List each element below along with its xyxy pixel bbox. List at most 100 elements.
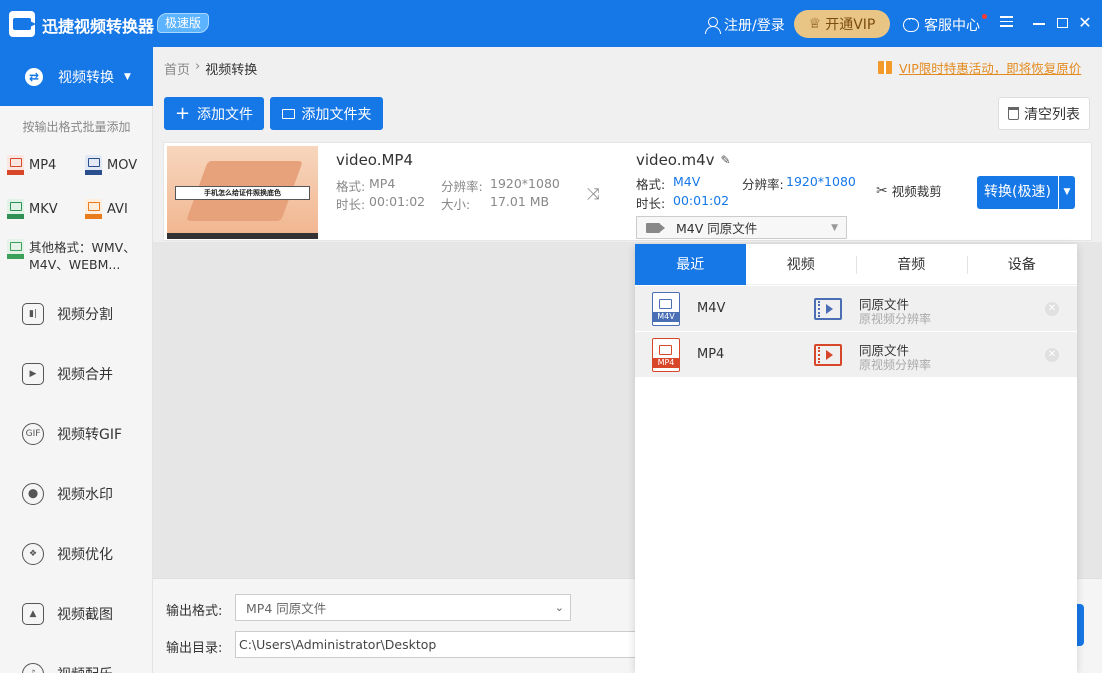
add-file-label: 添加文件 [197, 106, 254, 123]
sidebar-item-label: 视频转GIF [57, 427, 123, 443]
crown-icon: ♕ [808, 16, 822, 32]
clear-list-button[interactable]: 清空列表 [998, 97, 1090, 130]
sidebar-item-label: 视频优化 [57, 547, 113, 563]
sidebar-item-video-screenshot[interactable]: ▲ 视频截图 [0, 584, 153, 644]
sidebar-item-label: 视频合并 [57, 367, 113, 383]
user-icon [704, 17, 721, 34]
target-file-name: video.m4v ✎ [636, 151, 731, 169]
chat-icon [903, 15, 919, 32]
format-name: MP4 [697, 347, 725, 362]
menu-icon[interactable] [997, 13, 1015, 33]
caret-down-icon: ▼ [124, 71, 131, 82]
file-tag: M4V [652, 312, 680, 322]
tab-device[interactable]: 设备 [966, 244, 1078, 285]
convert-button[interactable]: 转换(极速) [977, 176, 1058, 209]
output-format-select[interactable]: MP4 同原文件 ⌄ [235, 594, 571, 621]
tab-audio[interactable]: 音频 [856, 244, 967, 285]
tool-list: ▮| 视频分割 ▶ 视频合并 GIF 视频转GIF ⬤ 视频水印 ❖ 视频优化 … [0, 284, 153, 673]
sidebar-item-video-convert[interactable]: ⇄ 视频转换 ▼ [0, 47, 153, 106]
quality-subtitle: 原视频分辨率 [859, 312, 932, 326]
source-file-name: video.MP4 [336, 151, 414, 169]
scissors-icon: ✂ [876, 182, 888, 199]
file-tag: MP4 [652, 358, 680, 368]
format-avi[interactable]: AVI [85, 199, 128, 219]
app-logo-icon [9, 11, 36, 37]
film-icon [814, 298, 842, 320]
format-shortcuts: MP4 MOV MKV AVI 其他格式：WMV、M4V、WEBM... [0, 147, 153, 281]
promo-link[interactable]: VIP限时特惠活动，即将恢复原价 [878, 58, 1081, 77]
close-icon[interactable]: ✕ [1076, 13, 1094, 33]
target-format-select[interactable]: M4V 同原文件 ▼ [636, 216, 847, 239]
source-resolution: 1920*1080 [490, 176, 560, 191]
login-button[interactable]: 注册/登录 [704, 15, 785, 35]
target-file-name-text: video.m4v [636, 151, 715, 169]
output-dir-label: 输出目录: [166, 641, 223, 656]
format-label: AVI [107, 201, 128, 217]
remove-icon[interactable]: ✕ [1045, 302, 1059, 316]
convert-all-button-edge[interactable] [1076, 604, 1084, 646]
breadcrumb-current: 视频转换 [205, 63, 258, 78]
gift-icon [878, 61, 892, 74]
minimize-icon[interactable] [1030, 13, 1048, 33]
other-file-icon [7, 239, 24, 259]
title-bar: 迅捷视频转换器 极速版 注册/登录 ♕ 开通VIP 客服中心 ✕ [0, 0, 1102, 47]
sidebar-hint: 按输出格式批量添加 [22, 120, 131, 134]
convert-icon: ⇄ [25, 67, 43, 86]
video-crop-button[interactable]: ✂ 视频裁剪 [876, 181, 942, 200]
mp4-file-icon [7, 155, 24, 175]
format-mov[interactable]: MOV [85, 155, 137, 175]
video-crop-label: 视频裁剪 [891, 184, 942, 199]
sidebar-item-label: 视频水印 [57, 487, 113, 503]
target-duration: 00:01:02 [673, 193, 730, 208]
split-icon: ▮| [22, 303, 44, 325]
format-option-mp4[interactable]: MP4 MP4 同原文件 原视频分辨率 ✕ [635, 332, 1077, 378]
add-folder-button[interactable]: 添加文件夹 [270, 97, 383, 130]
sidebar-item-video-gif[interactable]: GIF 视频转GIF [0, 404, 153, 464]
sidebar-item-label: 视频转换 [58, 69, 114, 86]
tab-video[interactable]: 视频 [746, 244, 857, 285]
m4v-file-icon: M4V [652, 292, 680, 326]
output-dir-field[interactable]: C:\Users\Administrator\Desktop [235, 631, 655, 658]
sidebar: ⇄ 视频转换 ▼ 按输出格式批量添加 MP4 MOV MKV AVI 其他格式：… [0, 47, 153, 673]
film-reel-icon: ❖ [22, 543, 44, 565]
login-label: 注册/登录 [724, 18, 785, 34]
sidebar-item-label: 视频截图 [57, 607, 113, 623]
target-format-label: 格式: [636, 177, 666, 192]
sidebar-item-video-merge[interactable]: ▶ 视频合并 [0, 344, 153, 404]
format-option-m4v[interactable]: M4V M4V 同原文件 原视频分辨率 ✕ [635, 286, 1077, 332]
play-icon: ▶ [22, 363, 44, 385]
target-resolution: 1920*1080 [786, 174, 856, 189]
tab-recent[interactable]: 最近 [635, 244, 746, 285]
format-mkv[interactable]: MKV [7, 199, 58, 219]
gif-icon: GIF [22, 423, 44, 445]
format-other[interactable]: 其他格式：WMV、M4V、WEBM... [7, 239, 139, 273]
source-size-label: 大小: [441, 197, 471, 212]
maximize-icon[interactable] [1053, 13, 1071, 33]
format-label: MKV [29, 201, 58, 217]
sidebar-item-video-optimize[interactable]: ❖ 视频优化 [0, 524, 153, 584]
add-file-button[interactable]: + 添加文件 [164, 97, 264, 130]
sidebar-item-video-watermark[interactable]: ⬤ 视频水印 [0, 464, 153, 524]
source-format: MP4 [369, 176, 396, 191]
sidebar-item-label: 视频配乐 [57, 664, 113, 673]
sidebar-item-video-split[interactable]: ▮| 视频分割 [0, 284, 153, 344]
thumbnail-caption: 手机怎么给证件照换底色 [175, 186, 310, 200]
mkv-file-icon [7, 199, 24, 219]
edit-pencil-icon[interactable]: ✎ [721, 153, 731, 167]
breadcrumb-home[interactable]: 首页 [164, 59, 190, 78]
source-duration-label: 时长: [336, 197, 366, 212]
target-format-select-value: M4V 同原文件 [676, 221, 758, 236]
customer-service-button[interactable]: 客服中心 [903, 15, 980, 35]
vip-button[interactable]: ♕ 开通VIP [794, 10, 890, 38]
trash-icon [1008, 107, 1019, 120]
format-label: MP4 [29, 157, 57, 173]
format-mp4[interactable]: MP4 [7, 155, 56, 175]
breadcrumb-separator: › [195, 59, 201, 74]
format-label: 其他格式：WMV、M4V、WEBM... [29, 240, 136, 272]
target-duration-label: 时长: [636, 196, 666, 211]
remove-icon[interactable]: ✕ [1045, 348, 1059, 362]
convert-dropdown-icon[interactable]: ▼ [1059, 176, 1075, 209]
sidebar-item-video-music[interactable]: ♪ 视频配乐 [0, 644, 153, 673]
source-size: 17.01 MB [490, 194, 550, 209]
music-icon: ♪ [22, 663, 44, 673]
